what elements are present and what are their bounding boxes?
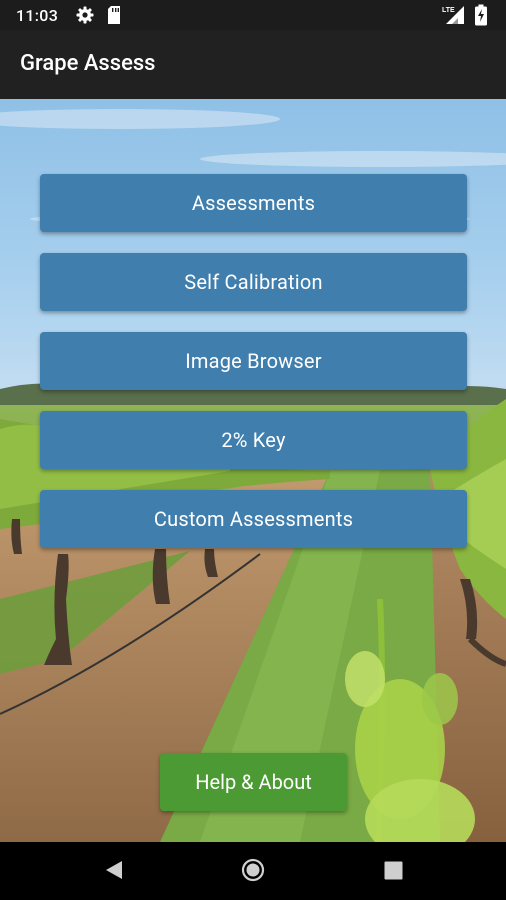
self-calibration-button[interactable]: Self Calibration bbox=[40, 253, 467, 311]
recents-icon[interactable] bbox=[384, 861, 403, 884]
signal-icon: LTE bbox=[442, 4, 466, 30]
back-icon[interactable] bbox=[104, 859, 124, 885]
image-browser-button[interactable]: Image Browser bbox=[40, 332, 467, 390]
battery-icon bbox=[474, 4, 488, 30]
custom-assessments-button[interactable]: Custom Assessments bbox=[40, 490, 467, 548]
assessments-button[interactable]: Assessments bbox=[40, 174, 467, 232]
network-type-label: LTE bbox=[442, 7, 455, 14]
app-title: Grape Assess bbox=[20, 51, 156, 76]
help-about-button[interactable]: Help & About bbox=[160, 753, 347, 811]
status-time: 11:03 bbox=[16, 6, 59, 25]
sd-card-icon bbox=[106, 5, 122, 29]
two-percent-key-button[interactable]: 2% Key bbox=[40, 411, 467, 469]
gear-icon bbox=[75, 5, 95, 29]
main-content: Assessments Self Calibration Image Brows… bbox=[0, 99, 506, 842]
app-bar: Grape Assess bbox=[0, 30, 506, 99]
home-icon[interactable] bbox=[241, 858, 265, 886]
navigation-bar bbox=[0, 842, 506, 900]
status-bar: 11:03 LTE bbox=[0, 0, 506, 30]
